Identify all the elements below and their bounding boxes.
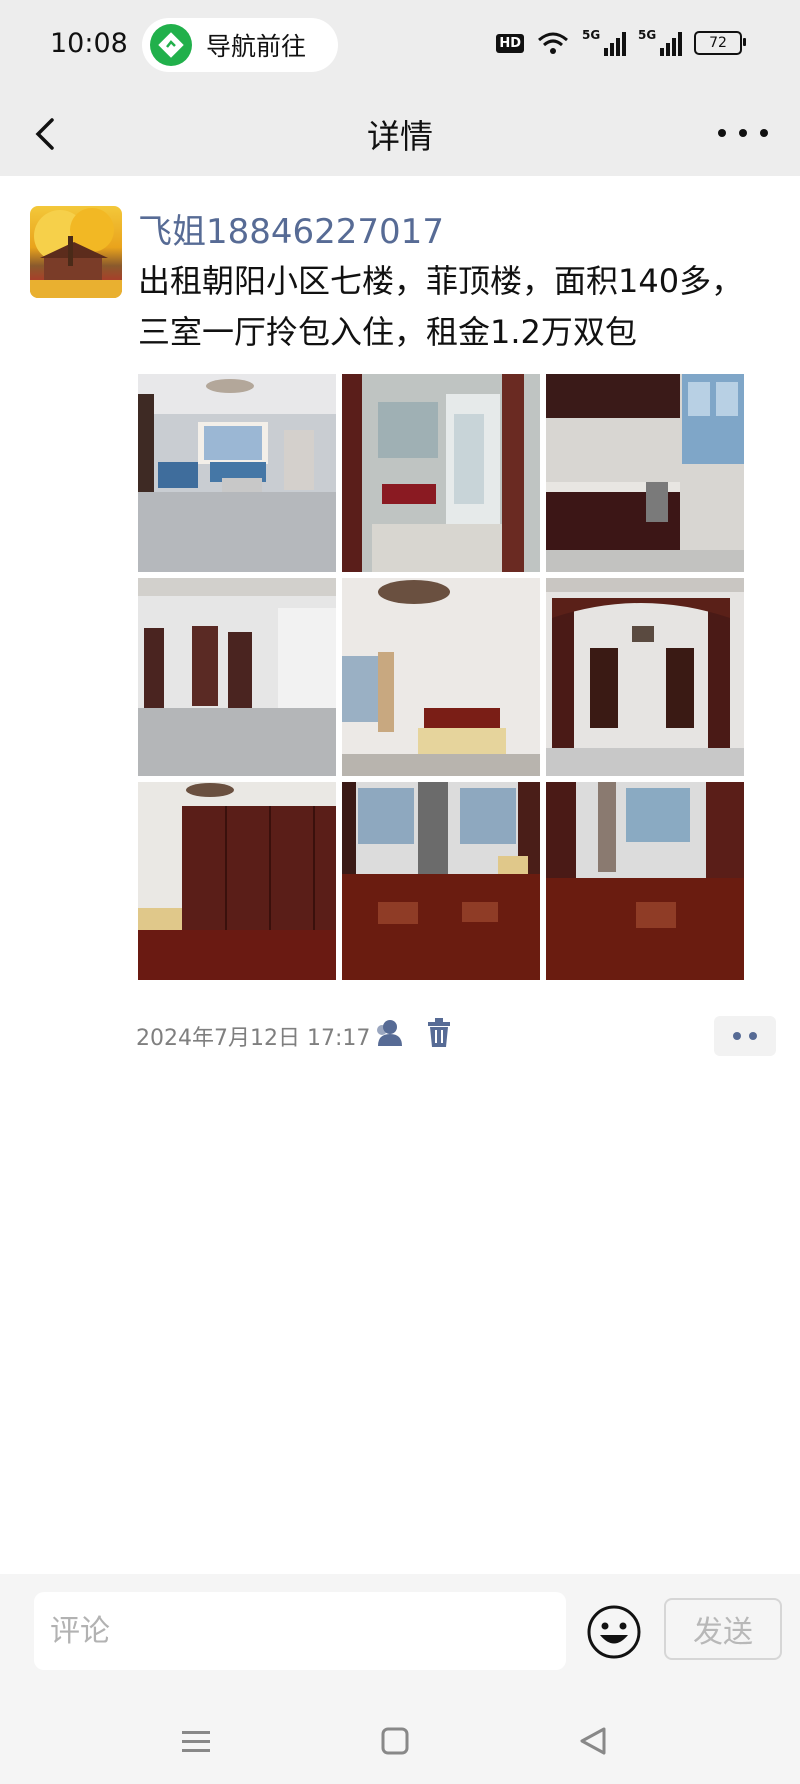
comment-input[interactable] [34, 1592, 566, 1670]
status-bar: 10:08 导航前往 HD 5G 5G 72 [0, 0, 800, 92]
emoji-button[interactable] [586, 1604, 642, 1660]
chevron-left-icon [35, 118, 54, 150]
bedroom-photo[interactable] [342, 578, 540, 776]
avatar[interactable] [30, 206, 122, 298]
navigation-pill[interactable]: 导航前往 [142, 18, 338, 72]
signal-icon-2: 5G [638, 28, 682, 56]
wardrobe-photo[interactable] [138, 782, 336, 980]
triangle-back-icon [580, 1727, 606, 1755]
bathroom-photo[interactable] [342, 374, 540, 572]
menu-icon [182, 1731, 210, 1752]
more-horizontal-icon [718, 129, 726, 137]
dots-icon [733, 1032, 741, 1040]
visibility-people-icon[interactable] [374, 1018, 404, 1048]
hallway-photo[interactable] [138, 578, 336, 776]
comment-bar: 发送 [0, 1574, 800, 1704]
like-comment-button[interactable] [714, 1016, 776, 1056]
back-button[interactable] [26, 112, 70, 156]
hd-icon: HD [496, 33, 524, 53]
navigation-arrow-icon [150, 24, 192, 66]
smiley-icon [587, 1605, 641, 1659]
send-button[interactable]: 发送 [664, 1598, 782, 1660]
wood-floor-room-photo[interactable] [342, 782, 540, 980]
post-username[interactable]: 飞姐18846227017 [138, 204, 444, 253]
arch-cabinet-photo[interactable] [546, 578, 744, 776]
system-icons: HD 5G 5G 72 [496, 28, 746, 56]
more-options-button[interactable] [718, 118, 768, 148]
post-text: 出租朝阳小区七楼，菲顶楼，面积140多，三室一厅拎包入住，租金1.2万双包 [138, 262, 744, 351]
battery-level: 72 [709, 35, 727, 51]
living-room-photo[interactable] [138, 374, 336, 572]
system-nav-bar [0, 1704, 800, 1784]
wifi-icon [538, 32, 568, 54]
signal-icon-1: 5G [582, 28, 626, 56]
navigation-pill-label: 导航前往 [206, 32, 307, 61]
delete-trash-icon[interactable] [426, 1018, 452, 1048]
battery-icon: 72 [694, 31, 746, 55]
app-bar: 详情 [0, 92, 800, 176]
status-time: 10:08 [50, 28, 128, 59]
square-home-icon [381, 1727, 409, 1755]
post-timestamp: 2024年7月12日 17:17 [136, 1026, 371, 1051]
empty-room-photo[interactable] [546, 782, 744, 980]
recent-apps-button[interactable] [180, 1726, 212, 1758]
kitchen-photo[interactable] [546, 374, 744, 572]
home-button[interactable] [380, 1726, 410, 1756]
system-back-button[interactable] [576, 1724, 610, 1758]
page-title: 详情 [367, 117, 433, 156]
